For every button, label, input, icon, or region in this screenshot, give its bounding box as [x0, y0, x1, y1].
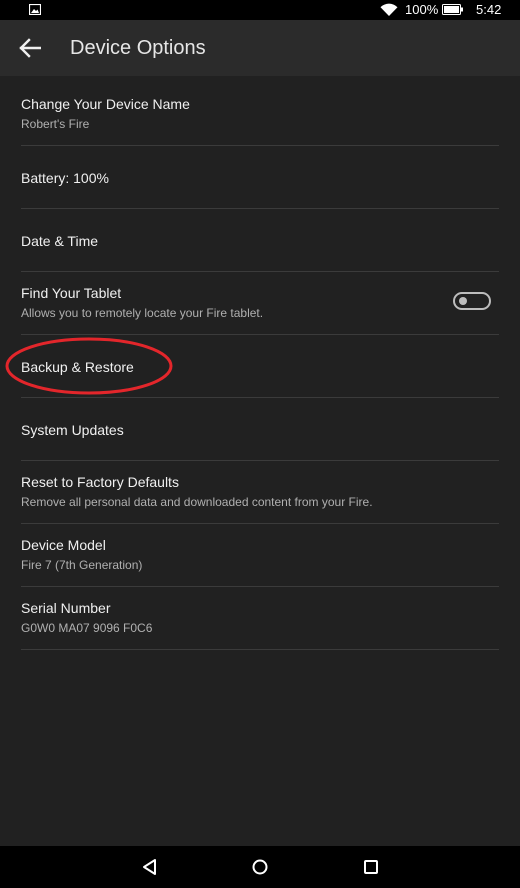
battery-icon [442, 4, 463, 15]
row-device-model[interactable]: Device Model Fire 7 (7th Generation) [21, 524, 499, 587]
row-subtitle: Fire 7 (7th Generation) [21, 558, 143, 572]
row-title: Find Your Tablet [21, 285, 122, 301]
back-arrow-icon [19, 38, 41, 58]
navigation-bar [0, 846, 520, 888]
back-button[interactable] [14, 32, 46, 64]
recents-square-icon[interactable] [361, 857, 381, 877]
row-title: Battery: 100% [21, 170, 109, 186]
row-subtitle: Remove all personal data and downloaded … [21, 495, 373, 509]
clock: 5:42 [476, 2, 502, 17]
row-title: Serial Number [21, 600, 111, 616]
settings-list: Change Your Device Name Robert's Fire Ba… [0, 83, 520, 650]
row-change-device-name[interactable]: Change Your Device Name Robert's Fire [21, 83, 499, 146]
row-find-your-tablet[interactable]: Find Your Tablet Allows you to remotely … [21, 272, 499, 335]
image-icon [29, 4, 41, 15]
back-triangle-icon[interactable] [140, 857, 160, 877]
row-title: Device Model [21, 537, 106, 553]
row-serial-number[interactable]: Serial Number G0W0 MA07 9096 F0C6 [21, 587, 499, 650]
row-battery[interactable]: Battery: 100% [21, 146, 499, 209]
row-backup-restore[interactable]: Backup & Restore [21, 335, 499, 398]
find-tablet-toggle[interactable] [453, 292, 491, 310]
row-subtitle: Robert's Fire [21, 117, 90, 131]
row-title: System Updates [21, 422, 124, 438]
home-circle-icon[interactable] [250, 857, 270, 877]
row-date-time[interactable]: Date & Time [21, 209, 499, 272]
row-title: Reset to Factory Defaults [21, 474, 179, 490]
row-subtitle: G0W0 MA07 9096 F0C6 [21, 621, 153, 635]
device-options-screen: 100% 5:42 Device Options Change Your Dev… [0, 0, 520, 888]
row-reset-factory-defaults[interactable]: Reset to Factory Defaults Remove all per… [21, 461, 499, 524]
battery-percent: 100% [405, 2, 439, 17]
row-system-updates[interactable]: System Updates [21, 398, 499, 461]
row-title: Date & Time [21, 233, 99, 249]
status-bar: 100% 5:42 [0, 0, 520, 20]
toggle-knob [459, 297, 467, 305]
row-title: Change Your Device Name [21, 96, 190, 112]
page-title: Device Options [70, 37, 206, 59]
app-bar: Device Options [0, 20, 520, 76]
row-subtitle: Allows you to remotely locate your Fire … [21, 306, 264, 320]
wifi-icon [380, 3, 398, 17]
row-title: Backup & Restore [21, 359, 134, 375]
